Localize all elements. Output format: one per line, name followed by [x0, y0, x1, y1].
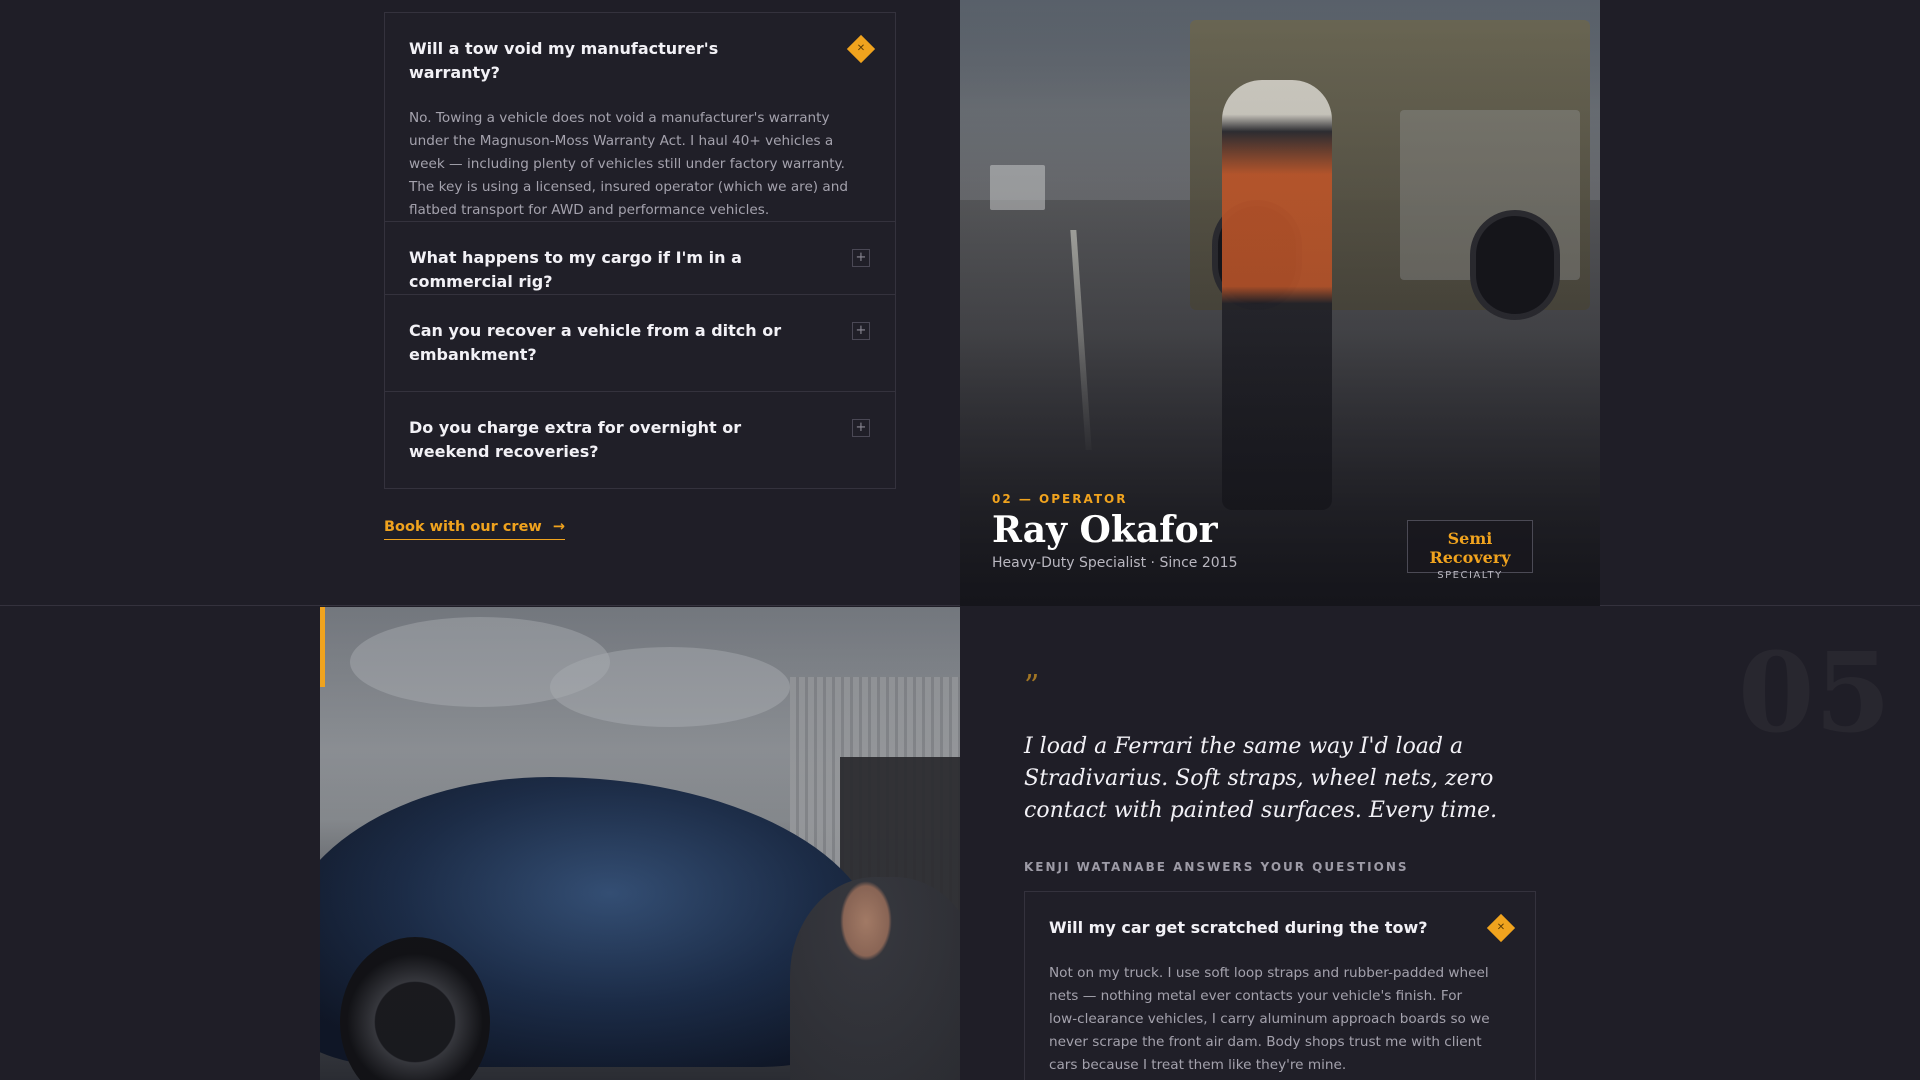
operator-name: Ray Okafor — [992, 509, 1218, 551]
operator-kicker: 02 — OPERATOR — [992, 492, 1128, 506]
testimonial-quote: I load a Ferrari the same way I'd load a… — [1024, 734, 1498, 823]
photo-overlay — [320, 607, 960, 1080]
faq-question[interactable]: Will my car get scratched during the tow… — [1049, 916, 1511, 940]
quote-mark-icon: ” — [1024, 669, 1040, 704]
book-with-crew-link[interactable]: Book with our crew → — [384, 519, 566, 540]
top-section: Will a tow void my manufacturer's warran… — [0, 0, 1920, 606]
close-icon[interactable]: ✕ — [846, 34, 876, 64]
faq-item-open[interactable]: Will my car get scratched during the tow… — [1025, 892, 1535, 1080]
accent-bar — [320, 607, 325, 687]
faq-accordion: Will a tow void my manufacturer's warran… — [384, 12, 896, 489]
specialty-badge: Semi Recovery SPECIALTY — [1407, 520, 1533, 581]
faq-question[interactable]: Do you charge extra for overnight or wee… — [409, 416, 871, 464]
faq-item[interactable]: Can you recover a vehicle from a ditch o… — [385, 294, 895, 391]
section-number: 05 — [1738, 628, 1892, 757]
faq-question[interactable]: What happens to my cargo if I'm in a com… — [409, 246, 871, 294]
faq-answer: No. Towing a vehicle does not void a man… — [409, 110, 849, 218]
answers-section-label: KENJI WATANABE ANSWERS YOUR QUESTIONS — [1024, 860, 1409, 874]
badge-subtitle: SPECIALTY — [1437, 570, 1503, 581]
close-icon[interactable]: ✕ — [1486, 913, 1516, 943]
faq-item-open[interactable]: Will a tow void my manufacturer's warran… — [385, 13, 895, 221]
plus-icon[interactable]: + — [852, 322, 870, 340]
operator-subtitle: Heavy-Duty Specialist · Since 2015 — [992, 555, 1238, 571]
operator-photo: 02 — OPERATOR Ray Okafor Heavy-Duty Spec… — [960, 0, 1600, 606]
faq-question[interactable]: Will a tow void my manufacturer's warran… — [409, 37, 871, 85]
plus-icon[interactable]: + — [852, 419, 870, 437]
arrow-right-icon: → — [552, 519, 566, 535]
faq-answer: Not on my truck. I use soft loop straps … — [1049, 965, 1490, 1073]
faq-question[interactable]: Can you recover a vehicle from a ditch o… — [409, 319, 871, 367]
faq-item[interactable]: Do you charge extra for overnight or wee… — [385, 391, 895, 488]
plus-icon[interactable]: + — [852, 249, 870, 267]
badge-title: Semi Recovery — [1429, 529, 1511, 567]
car-photo — [320, 607, 960, 1080]
book-link-label: Book with our crew — [384, 519, 542, 535]
faq-accordion-2: Will my car get scratched during the tow… — [1024, 891, 1536, 1080]
faq-item[interactable]: What happens to my cargo if I'm in a com… — [385, 221, 895, 294]
